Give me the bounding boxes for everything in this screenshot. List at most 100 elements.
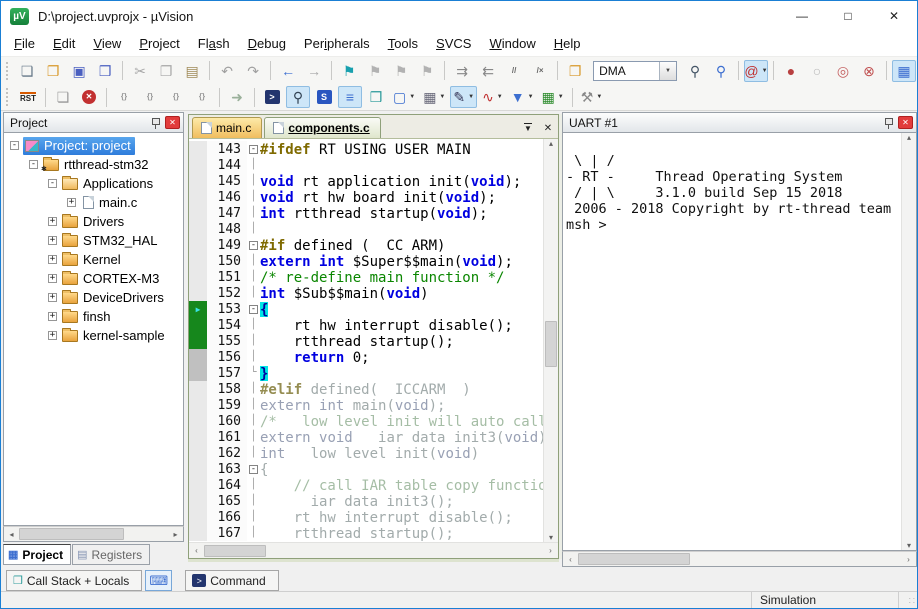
stop-debug-button[interactable]: ✕ xyxy=(77,86,101,108)
scroll-thumb[interactable] xyxy=(578,553,690,565)
scroll-up-icon[interactable]: ▴ xyxy=(902,133,917,142)
code-text[interactable]: // call IAR table copy function. xyxy=(260,477,543,493)
uncomment-button[interactable]: /× xyxy=(528,60,552,82)
tab-call-stack-locals[interactable]: ❒ Call Stack + Locals xyxy=(6,570,142,591)
navigate-forward-button[interactable]: → xyxy=(302,60,326,82)
tab-project[interactable]: ▦ Project xyxy=(3,544,71,565)
tree-item-main-c[interactable]: +main.c xyxy=(4,193,183,212)
fold-collapse-icon[interactable]: - xyxy=(247,237,260,253)
redo-button[interactable]: ↷ xyxy=(241,60,265,82)
expand-icon[interactable]: + xyxy=(48,312,57,321)
code-text[interactable]: return 0; xyxy=(260,349,543,365)
tree-item-kernel[interactable]: +Kernel xyxy=(4,250,183,269)
expand-icon[interactable]: + xyxy=(48,293,57,302)
go-button[interactable]: ➜ xyxy=(225,86,249,108)
scroll-right-icon[interactable]: › xyxy=(901,555,916,564)
scroll-thumb[interactable] xyxy=(204,545,266,557)
code-text[interactable]: #if defined (__CC_ARM) xyxy=(260,237,543,253)
code-text[interactable]: __iar_data_init3(); xyxy=(260,493,543,509)
scroll-up-icon[interactable]: ▴ xyxy=(544,139,559,148)
clear-bookmarks-button[interactable]: ⚑ xyxy=(415,60,439,82)
tree-item-stm32-hal[interactable]: +STM32_HAL xyxy=(4,231,183,250)
code-text[interactable]: int rtthread_startup(void); xyxy=(260,205,543,221)
code-text[interactable] xyxy=(260,157,543,173)
scroll-left-icon[interactable]: ◂ xyxy=(4,530,19,539)
code-text[interactable]: /* __low_level_init will auto called by … xyxy=(260,413,543,429)
uart-hscrollbar[interactable]: ‹ › xyxy=(562,551,917,567)
analysis-window-button[interactable]: ∿▼ xyxy=(479,86,506,108)
expand-icon[interactable]: + xyxy=(48,331,57,340)
registers-window-button[interactable]: ≡ xyxy=(338,86,362,108)
scroll-thumb[interactable] xyxy=(545,321,557,367)
tree-item-applications[interactable]: -Applications xyxy=(4,174,183,193)
disable-all-breakpoints-button[interactable]: ◎ xyxy=(831,60,855,82)
code-text[interactable]: } xyxy=(260,365,543,381)
code-text[interactable]: rt_hw_interrupt_disable(); xyxy=(260,509,543,525)
project-hscrollbar[interactable]: ◂ ▸ xyxy=(3,526,184,542)
save-all-button[interactable]: ❒ xyxy=(93,60,117,82)
find-in-files-button[interactable]: ⚲ xyxy=(683,60,707,82)
system-viewer-button[interactable]: ▦▼ xyxy=(539,86,567,108)
code-text[interactable]: { xyxy=(260,461,543,477)
scroll-down-icon[interactable]: ▾ xyxy=(902,541,917,550)
uart-close-icon[interactable]: ✕ xyxy=(898,116,913,129)
toolbar-grip-icon[interactable] xyxy=(6,88,10,106)
cut-button[interactable]: ✂ xyxy=(128,60,152,82)
watch-window-button[interactable]: ▢▼ xyxy=(390,86,418,108)
disassembly-window-button[interactable]: ⚲ xyxy=(286,86,310,108)
code-text[interactable]: int __low_level_init(void) xyxy=(260,445,543,461)
command-window-button[interactable]: > xyxy=(260,86,284,108)
collapse-icon[interactable]: - xyxy=(29,160,38,169)
close-document-icon[interactable]: ✕ xyxy=(538,118,558,138)
code-text[interactable]: void rt_hw_board_init(void); xyxy=(260,189,543,205)
comment-button[interactable]: // xyxy=(502,60,526,82)
tab-list-icon[interactable]: ▼ xyxy=(518,118,538,138)
tree-item-kernel-sample[interactable]: +kernel-sample xyxy=(4,326,183,345)
kill-all-breakpoints-button[interactable]: ⊗ xyxy=(857,60,881,82)
insert-bookmark-button[interactable]: ⚑ xyxy=(337,60,361,82)
resize-grip[interactable]: ∷ xyxy=(899,592,917,608)
tree-item-rtthread-stm32[interactable]: -rtthread-stm32 xyxy=(4,155,183,174)
uart-vscrollbar[interactable]: ▴ ▾ xyxy=(901,133,916,550)
incremental-find-button[interactable]: ⚲ xyxy=(709,60,733,82)
copy-button[interactable]: ❐ xyxy=(154,60,178,82)
code-text[interactable] xyxy=(260,221,543,237)
reset-button[interactable]: RST xyxy=(16,86,40,108)
fold-collapse-icon[interactable]: - xyxy=(247,461,260,477)
code-text[interactable]: #elif defined(__ICCARM__) xyxy=(260,381,543,397)
minimize-button[interactable]: — xyxy=(779,1,825,31)
maximize-button[interactable]: □ xyxy=(825,1,871,31)
code-text[interactable]: void rt_application_init(void); xyxy=(260,173,543,189)
menu-file[interactable]: File xyxy=(5,32,44,55)
expand-icon[interactable]: + xyxy=(48,236,57,245)
step-out-button[interactable]: {} xyxy=(164,86,188,108)
scroll-down-icon[interactable]: ▾ xyxy=(544,533,559,542)
scroll-left-icon[interactable]: ‹ xyxy=(189,546,204,555)
menu-edit[interactable]: Edit xyxy=(44,32,84,55)
menu-svcs[interactable]: SVCS xyxy=(427,32,480,55)
code-text[interactable]: { xyxy=(260,301,543,317)
toolbar-grip-icon[interactable] xyxy=(6,62,9,80)
code-text[interactable]: /* re-define main function */ xyxy=(260,269,543,285)
memory-window-button[interactable]: ▦▼ xyxy=(420,86,448,108)
fold-collapse-icon[interactable]: - xyxy=(247,301,260,317)
new-file-button[interactable]: ❏ xyxy=(15,60,39,82)
menu-window[interactable]: Window xyxy=(480,32,544,55)
step-over-button[interactable]: {} xyxy=(138,86,162,108)
uart-terminal[interactable]: \ | /- RT - Thread Operating System / | … xyxy=(563,133,901,550)
fold-collapse-icon[interactable]: - xyxy=(247,141,260,157)
trace-window-button[interactable]: ▼▼ xyxy=(508,86,537,108)
collapse-icon[interactable]: - xyxy=(10,141,19,150)
tab-command[interactable]: > Command xyxy=(185,570,278,591)
menu-peripherals[interactable]: Peripherals xyxy=(295,32,379,55)
show-next-statement-button[interactable]: ❏ xyxy=(51,86,75,108)
project-close-icon[interactable]: ✕ xyxy=(165,116,180,129)
close-button[interactable]: ✕ xyxy=(871,1,917,31)
pin-icon[interactable] xyxy=(151,117,160,129)
code-text[interactable]: extern int $Super$$main(void); xyxy=(260,253,543,269)
options-for-target-button[interactable]: ❐ xyxy=(563,60,587,82)
next-bookmark-button[interactable]: ⚑ xyxy=(363,60,387,82)
tree-item-drivers[interactable]: +Drivers xyxy=(4,212,183,231)
tab-registers[interactable]: ▤ Registers xyxy=(72,544,150,565)
editor-vscrollbar[interactable]: ▴ ▾ xyxy=(543,139,558,542)
